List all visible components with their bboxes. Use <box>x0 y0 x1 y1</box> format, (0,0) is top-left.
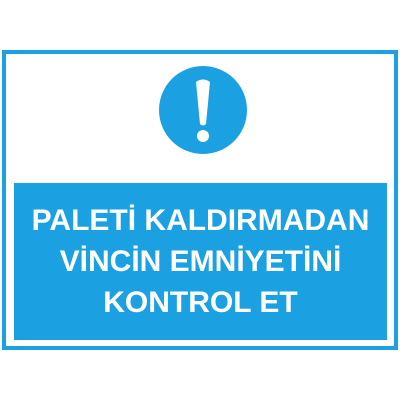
message-line-1: PALETİ KALDIRMADAN <box>31 204 370 237</box>
message-panel: PALETİ KALDIRMADAN VİNCİN EMNİYETİNİ KON… <box>14 183 387 340</box>
message-line-3: KONTROL ET <box>103 286 298 319</box>
exclamation-circle-icon <box>159 66 247 154</box>
message-line-2: VİNCİN EMNİYETİNİ <box>59 245 342 278</box>
